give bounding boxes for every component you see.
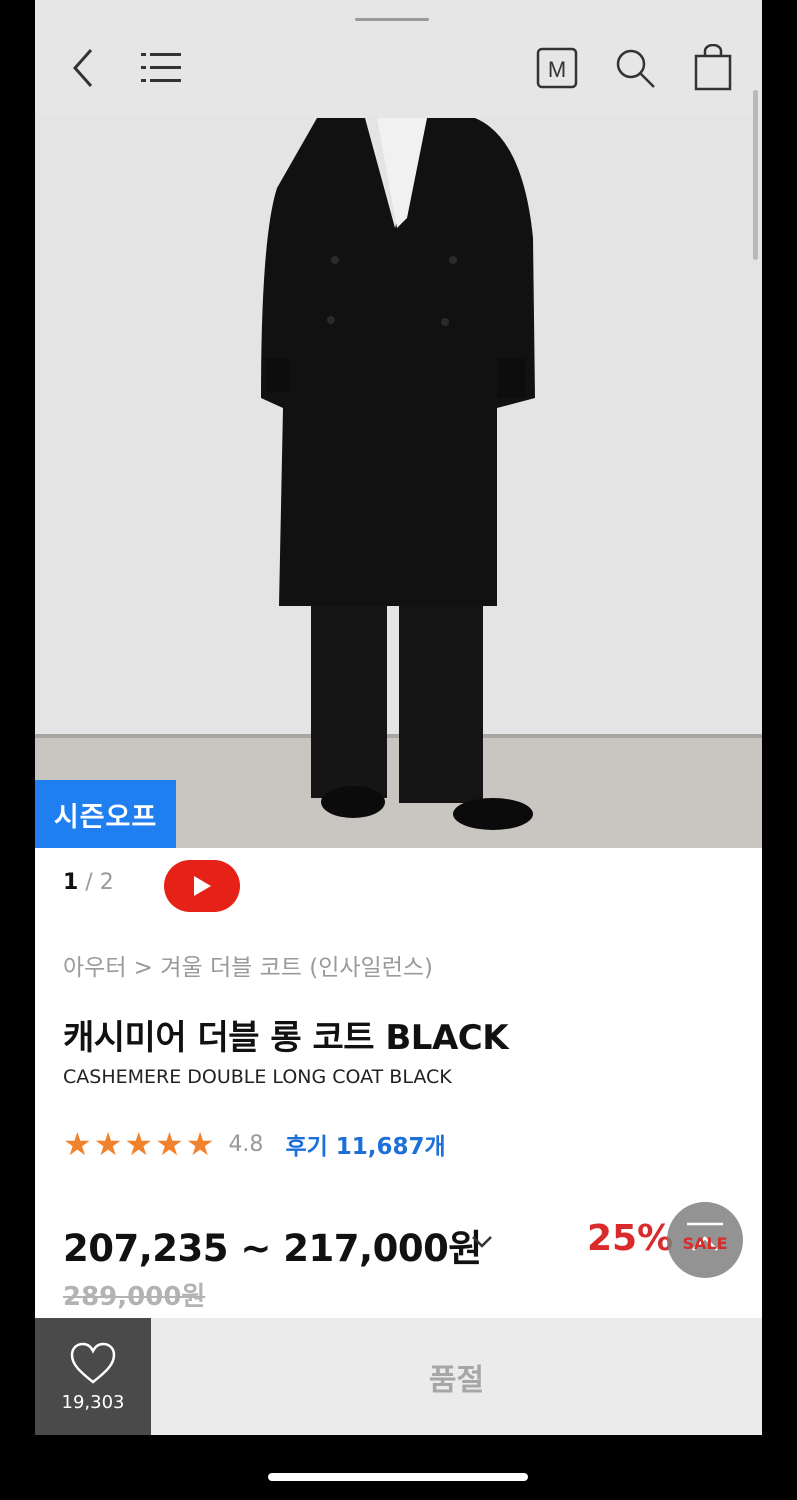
sale-price: 207,235 ~ 217,000원 (63, 1227, 482, 1270)
star-icon: ★ (93, 1125, 123, 1163)
top-navigation-bar: M (35, 0, 762, 118)
pager-total: 2 (99, 870, 114, 895)
search-icon (616, 49, 655, 88)
product-image-carousel[interactable]: 시즌오프 (35, 118, 762, 848)
original-price: 289,000원 (63, 1282, 206, 1312)
youtube-video-button[interactable] (164, 860, 240, 912)
pager-current: 1 (63, 870, 79, 895)
home-indicator[interactable] (268, 1473, 528, 1481)
shopping-bag-icon (694, 44, 732, 91)
category-breadcrumb[interactable]: 아우터 > 겨울 더블 코트 (인사일런스) (63, 948, 433, 982)
review-count-link[interactable]: 후기 11,687개 (285, 1127, 445, 1161)
play-icon (194, 876, 211, 896)
scrollbar[interactable] (753, 90, 758, 260)
pager-separator: / (78, 870, 100, 895)
menu-icon (141, 53, 181, 82)
membership-button[interactable]: M (529, 40, 585, 96)
membership-m-icon: M (536, 47, 578, 89)
search-button[interactable] (607, 40, 663, 96)
heart-icon (70, 1342, 116, 1384)
price-expand-button[interactable] (467, 1226, 497, 1256)
wishlist-count: 19,303 (61, 1392, 125, 1413)
svg-text:M: M (548, 57, 566, 82)
menu-button[interactable] (133, 40, 189, 96)
soldout-button[interactable]: 품절 (151, 1318, 762, 1435)
star-icon: ★ (63, 1125, 92, 1163)
back-button[interactable] (55, 40, 111, 96)
wishlist-button[interactable] (35, 1318, 151, 1435)
chevron-down-icon (472, 1236, 492, 1248)
status-indicator (355, 18, 429, 21)
sale-floating-button[interactable]: SALE (667, 1202, 743, 1278)
discount-rate: 25% (587, 1218, 674, 1259)
product-title: 캐시미어 더블 롱 코트 BLACK (63, 1018, 509, 1058)
rating-score: 4.8 (228, 1131, 264, 1157)
rating-row: ★ ★ ★ ★ ★ 4.8 후기 11,687개 (63, 1124, 446, 1164)
cart-button[interactable] (685, 40, 741, 96)
product-page: M 시즌오프 1 / 2 아우터 > 겨울 더블 코트 (인사일런스) 캐시미어… (35, 0, 762, 1435)
star-rating: ★ ★ ★ ★ ★ (63, 1128, 216, 1160)
product-title-english: CASHEMERE DOUBLE LONG COAT BLACK (63, 1066, 452, 1088)
back-icon (72, 49, 93, 87)
sale-label: SALE (682, 1234, 728, 1253)
star-icon: ★ (124, 1125, 154, 1163)
image-pager: 1 / 2 (63, 870, 114, 895)
product-photo (35, 118, 762, 848)
star-icon: ★ (155, 1125, 184, 1163)
star-icon: ★ (185, 1125, 215, 1163)
season-off-badge: 시즌오프 (35, 780, 176, 848)
